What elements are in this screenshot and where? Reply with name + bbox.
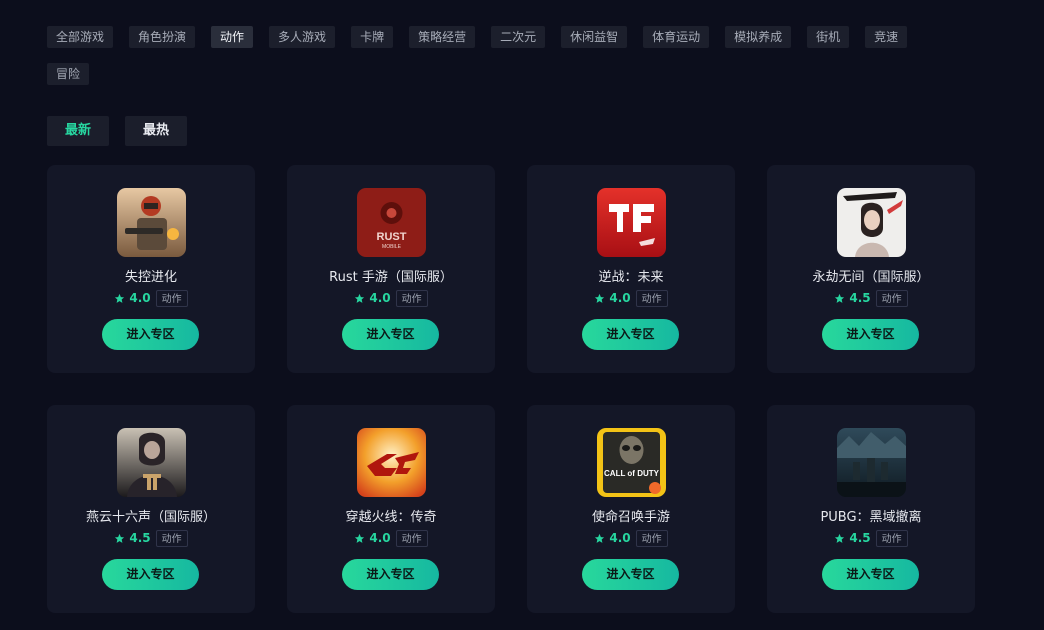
game-name: 使命召唤手游 xyxy=(591,510,670,525)
category-chip-strategy[interactable]: 策略经营 xyxy=(409,26,476,48)
enter-zone-button[interactable]: 进入专区 xyxy=(342,559,439,590)
game-rating: 4.5 xyxy=(849,531,871,545)
genre-tag: 动作 xyxy=(875,289,908,307)
game-card[interactable]: 穿越火线：传奇 4.0 动作 进入专区 xyxy=(287,405,495,613)
game-name: 穿越火线：传奇 xyxy=(345,510,437,525)
category-chip-simulation[interactable]: 模拟养成 xyxy=(725,26,792,48)
game-card[interactable]: 永劫无间（国际服） 4.5 动作 进入专区 xyxy=(767,165,975,373)
star-icon xyxy=(835,533,845,543)
out-of-control-game-icon[interactable] xyxy=(117,188,186,257)
game-meta: 4.5 动作 xyxy=(47,529,255,547)
cod-logo-text: CALL of DUTY xyxy=(604,469,660,478)
enter-zone-button[interactable]: 进入专区 xyxy=(582,559,679,590)
sort-tabs: 最新 最热 xyxy=(47,116,203,146)
game-meta: 4.5 动作 xyxy=(767,289,975,307)
game-rating: 4.0 xyxy=(609,531,631,545)
star-icon xyxy=(355,533,365,543)
game-name: 燕云十六声（国际服） xyxy=(85,510,216,525)
category-row: 冒险 xyxy=(47,63,1007,85)
naraka-game-icon[interactable] xyxy=(837,188,906,257)
game-card[interactable]: 燕云十六声（国际服） 4.5 动作 进入专区 xyxy=(47,405,255,613)
game-rating: 4.0 xyxy=(369,291,391,305)
sort-tab-hottest[interactable]: 最热 xyxy=(125,116,188,146)
rust-logo-text: RUST xyxy=(377,231,407,243)
game-category-page: 全部游戏 角色扮演 动作 多人游戏 卡牌 策略经营 二次元 休闲益智 体育运动 … xyxy=(0,0,1044,630)
game-rating: 4.0 xyxy=(609,291,631,305)
star-icon xyxy=(835,293,845,303)
genre-tag: 动作 xyxy=(155,289,188,307)
rust-mobile-game-icon[interactable]: RUST MOBILE xyxy=(357,188,426,257)
game-name: 失控进化 xyxy=(124,270,177,285)
category-chip-adventure[interactable]: 冒险 xyxy=(47,63,90,85)
pubg-black-budget-game-icon[interactable] xyxy=(837,428,906,497)
game-card[interactable]: RUST MOBILE Rust 手游（国际服） 4.0 动作 进入专区 xyxy=(287,165,495,373)
rust-logo-subtext: MOBILE xyxy=(382,244,402,250)
game-rating: 4.5 xyxy=(129,531,151,545)
category-chip-casual[interactable]: 休闲益智 xyxy=(561,26,628,48)
game-rating: 4.0 xyxy=(129,291,151,305)
star-icon xyxy=(595,533,605,543)
enter-zone-button[interactable]: 进入专区 xyxy=(102,319,199,350)
game-meta: 4.0 动作 xyxy=(287,529,495,547)
category-filter: 全部游戏 角色扮演 动作 多人游戏 卡牌 策略经营 二次元 休闲益智 体育运动 … xyxy=(47,26,1007,100)
game-meta: 4.0 动作 xyxy=(527,289,735,307)
crossfire-game-icon[interactable] xyxy=(357,428,426,497)
game-meta: 4.0 动作 xyxy=(287,289,495,307)
game-card[interactable]: PUBG：黑域撤离 4.5 动作 进入专区 xyxy=(767,405,975,613)
enter-zone-button[interactable]: 进入专区 xyxy=(582,319,679,350)
genre-tag: 动作 xyxy=(875,529,908,547)
enter-zone-button[interactable]: 进入专区 xyxy=(822,319,919,350)
genre-tag: 动作 xyxy=(635,289,668,307)
category-chip-arcade[interactable]: 街机 xyxy=(807,26,850,48)
enter-zone-button[interactable]: 进入专区 xyxy=(342,319,439,350)
category-chip-multiplayer[interactable]: 多人游戏 xyxy=(269,26,336,48)
genre-tag: 动作 xyxy=(155,529,188,547)
star-icon xyxy=(115,293,125,303)
star-icon xyxy=(355,293,365,303)
game-meta: 4.0 动作 xyxy=(527,529,735,547)
game-card[interactable]: 逆战：未来 4.0 动作 进入专区 xyxy=(527,165,735,373)
genre-tag: 动作 xyxy=(395,289,428,307)
game-card[interactable]: CALL of DUTY 使命召唤手游 4.0 动作 进入专区 xyxy=(527,405,735,613)
category-chip-card[interactable]: 卡牌 xyxy=(351,26,394,48)
category-chip-action[interactable]: 动作 xyxy=(211,26,254,48)
where-winds-meet-game-icon[interactable] xyxy=(117,428,186,497)
category-chip-racing[interactable]: 竞速 xyxy=(865,26,908,48)
game-rating: 4.0 xyxy=(369,531,391,545)
category-chip-sports[interactable]: 体育运动 xyxy=(643,26,710,48)
nizhan-future-game-icon[interactable] xyxy=(597,188,666,257)
genre-tag: 动作 xyxy=(395,529,428,547)
star-icon xyxy=(115,533,125,543)
call-of-duty-game-icon[interactable]: CALL of DUTY xyxy=(597,428,666,497)
category-chip-rpg[interactable]: 角色扮演 xyxy=(129,26,196,48)
enter-zone-button[interactable]: 进入专区 xyxy=(102,559,199,590)
game-card[interactable]: 失控进化 4.0 动作 进入专区 xyxy=(47,165,255,373)
enter-zone-button[interactable]: 进入专区 xyxy=(822,559,919,590)
game-meta: 4.0 动作 xyxy=(47,289,255,307)
genre-tag: 动作 xyxy=(635,529,668,547)
game-name: 逆战：未来 xyxy=(598,270,664,285)
star-icon xyxy=(595,293,605,303)
game-name: PUBG：黑域撤离 xyxy=(820,510,922,525)
category-chip-all[interactable]: 全部游戏 xyxy=(47,26,114,48)
game-rating: 4.5 xyxy=(849,291,871,305)
sort-tab-newest[interactable]: 最新 xyxy=(47,116,110,146)
game-name: 永劫无间（国际服） xyxy=(812,270,930,285)
category-row: 全部游戏 角色扮演 动作 多人游戏 卡牌 策略经营 二次元 休闲益智 体育运动 … xyxy=(47,26,1007,48)
category-chip-anime[interactable]: 二次元 xyxy=(491,26,546,48)
game-name: Rust 手游（国际服） xyxy=(329,270,453,285)
game-meta: 4.5 动作 xyxy=(767,529,975,547)
